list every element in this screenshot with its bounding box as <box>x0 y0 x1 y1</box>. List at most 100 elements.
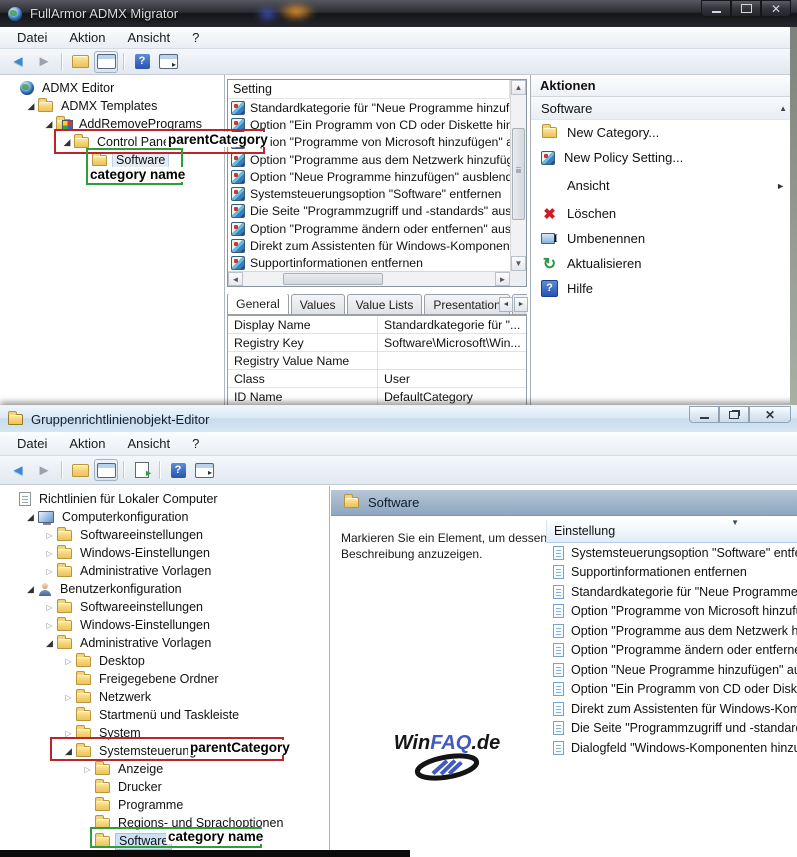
expander-icon[interactable] <box>23 584 38 595</box>
expander-icon[interactable] <box>80 764 95 774</box>
scrollbar-thumb[interactable] <box>512 128 525 220</box>
gpo-setting-row[interactable]: Direkt zum Assistenten für Windows-Kompo <box>546 699 797 719</box>
toolbar-button[interactable] <box>61 53 63 71</box>
Class[interactable]: Class User <box>228 370 526 388</box>
expander-icon[interactable] <box>42 119 56 130</box>
tree-item[interactable]: Benutzerkonfiguration <box>0 580 329 598</box>
gpo-setting-row[interactable]: Dialogfeld "Windows-Komponenten hinzufü <box>546 738 797 758</box>
tree-item[interactable]: ADMX Editor <box>0 79 224 97</box>
expander-icon[interactable] <box>42 530 57 540</box>
tree-item[interactable]: Administrative Vorlagen <box>0 562 329 580</box>
action-item[interactable]: Hilfe ► <box>531 276 797 301</box>
toolbar-button[interactable] <box>159 461 161 479</box>
menu-item[interactable]: Ansicht <box>117 28 182 47</box>
ID Name[interactable]: ID Name DefaultCategory <box>228 388 526 406</box>
toolbar-button[interactable] <box>6 51 30 73</box>
toolbar-button[interactable] <box>130 459 154 481</box>
close-button[interactable]: ✕ <box>761 0 791 17</box>
setting-row[interactable]: Option "Ein Programm von CD oder Diskett… <box>228 116 510 133</box>
tree-item[interactable]: Desktop <box>0 652 329 670</box>
toolbar-button[interactable] <box>32 51 56 73</box>
setting-row[interactable]: Systemsteuerungsoption "Software" entfer… <box>228 185 510 202</box>
gpo-setting-row[interactable]: Systemsteuerungsoption "Software" entfer… <box>546 543 797 563</box>
toolbar-button[interactable] <box>123 461 125 479</box>
expander-icon[interactable] <box>42 638 57 649</box>
scroll-left-button[interactable]: ◄ <box>228 272 243 286</box>
close-button[interactable]: ✕ <box>749 406 791 423</box>
menu-item[interactable]: Datei <box>6 28 58 47</box>
setting-row[interactable]: Option "Programme von Microsoft hinzufüg… <box>228 134 510 151</box>
setting-row[interactable]: Option "Programme aus dem Netzwerk hinzu… <box>228 151 510 168</box>
properties-tab[interactable]: Presentation <box>424 294 509 314</box>
expander-icon[interactable] <box>61 656 76 666</box>
toolbar-button[interactable] <box>32 459 56 481</box>
tree-item[interactable]: Softwareeinstellungen <box>0 526 329 544</box>
actions-group-header[interactable]: Software ▲ <box>531 97 797 120</box>
menu-item[interactable]: Datei <box>6 434 58 453</box>
toolbar-button[interactable] <box>156 51 180 73</box>
setting-row[interactable]: Standardkategorie für "Neue Programme hi… <box>228 99 510 116</box>
expander-icon[interactable] <box>23 512 38 523</box>
setting-row[interactable]: Die Seite "Programmzugriff und -standard… <box>228 203 510 220</box>
scroll-up-button[interactable]: ▲ <box>511 80 526 95</box>
horizontal-scrollbar[interactable]: ◄ ► <box>228 271 510 286</box>
tab-scroll-left-button[interactable]: ◄ <box>499 297 513 312</box>
gpo-setting-row[interactable]: Option "Programme ändern oder entfernen" <box>546 641 797 661</box>
setting-row[interactable]: Direkt zum Assistenten für Windows-Kompo… <box>228 237 510 254</box>
admx-titlebar[interactable]: FullArmor ADMX Migrator ✕ <box>0 0 797 27</box>
toolbar-button[interactable] <box>6 459 30 481</box>
Display Name[interactable]: Display Name Standardkategorie für "... <box>228 316 526 334</box>
toolbar-button[interactable] <box>166 459 190 481</box>
vertical-scrollbar[interactable]: ▲ ▼ <box>510 80 526 271</box>
expander-icon[interactable] <box>42 566 57 576</box>
gpo-titlebar[interactable]: Gruppenrichtlinienobjekt-Editor ✕ <box>0 405 797 432</box>
gpo-setting-row[interactable]: Option "Neue Programme hinzufügen" ausb <box>546 660 797 680</box>
action-item[interactable]: New Category... ► <box>531 120 797 145</box>
minimize-button[interactable] <box>701 0 731 17</box>
setting-row[interactable]: Supportinformationen entfernen <box>228 255 510 272</box>
expander-icon[interactable] <box>24 101 38 112</box>
properties-tab[interactable]: Values <box>291 294 345 314</box>
action-item[interactable]: Löschen ► <box>531 201 797 226</box>
action-item[interactable]: Aktualisieren ► <box>531 251 797 276</box>
setting-row[interactable]: Option "Programme ändern oder entfernen"… <box>228 220 510 237</box>
minimize-button[interactable] <box>689 406 719 423</box>
tree-item[interactable]: Richtlinien für Lokaler Computer <box>0 490 329 508</box>
menu-item[interactable]: Ansicht <box>117 434 182 453</box>
tree-item[interactable]: Netzwerk <box>0 688 329 706</box>
action-item[interactable]: New Policy Setting... ► <box>531 145 797 170</box>
restore-button[interactable] <box>719 406 749 423</box>
toolbar-button[interactable] <box>130 51 154 73</box>
menu-item[interactable]: ? <box>181 28 210 47</box>
toolbar-button[interactable] <box>94 459 118 481</box>
toolbar-button[interactable] <box>192 459 216 481</box>
tree-item[interactable]: Administrative Vorlagen <box>0 634 329 652</box>
expander-icon[interactable] <box>61 692 76 702</box>
tree-item[interactable]: Windows-Einstellungen <box>0 544 329 562</box>
properties-tab[interactable]: Value Lists <box>347 294 423 314</box>
toolbar-button[interactable] <box>94 51 118 73</box>
setting-row[interactable]: Option "Neue Programme hinzufügen" ausbl… <box>228 168 510 185</box>
tree-item[interactable]: Programme <box>0 796 329 814</box>
collapse-caret-icon[interactable]: ▲ <box>779 104 787 113</box>
expander-icon[interactable] <box>42 602 57 612</box>
menu-item[interactable]: Aktion <box>58 434 116 453</box>
tab-scroll-right-button[interactable]: ► <box>514 297 528 312</box>
action-item[interactable]: Umbenennen ► <box>531 226 797 251</box>
settings-column-header[interactable]: Setting <box>228 80 510 99</box>
gpo-setting-row[interactable]: Option "Programme von Microsoft hinzufüg <box>546 602 797 622</box>
Registry Key[interactable]: Registry Key Software\Microsoft\Win... <box>228 334 526 352</box>
tree-item[interactable]: Softwareeinstellungen <box>0 598 329 616</box>
tree-item[interactable]: Freigegebene Ordner <box>0 670 329 688</box>
toolbar-button[interactable] <box>61 461 63 479</box>
maximize-button[interactable] <box>731 0 761 17</box>
expander-icon[interactable] <box>42 548 57 558</box>
expander-icon[interactable] <box>42 620 57 630</box>
tree-item[interactable]: Windows-Einstellungen <box>0 616 329 634</box>
scrollbar-thumb-horizontal[interactable] <box>283 273 383 285</box>
Registry Value Name[interactable]: Registry Value Name <box>228 352 526 370</box>
scroll-right-button[interactable]: ► <box>495 272 510 286</box>
tree-item[interactable]: ADMX Templates <box>0 97 224 115</box>
action-item[interactable]: Ansicht ► <box>531 173 797 198</box>
gpo-list-column-header[interactable]: Einstellung ▼ <box>546 520 797 543</box>
